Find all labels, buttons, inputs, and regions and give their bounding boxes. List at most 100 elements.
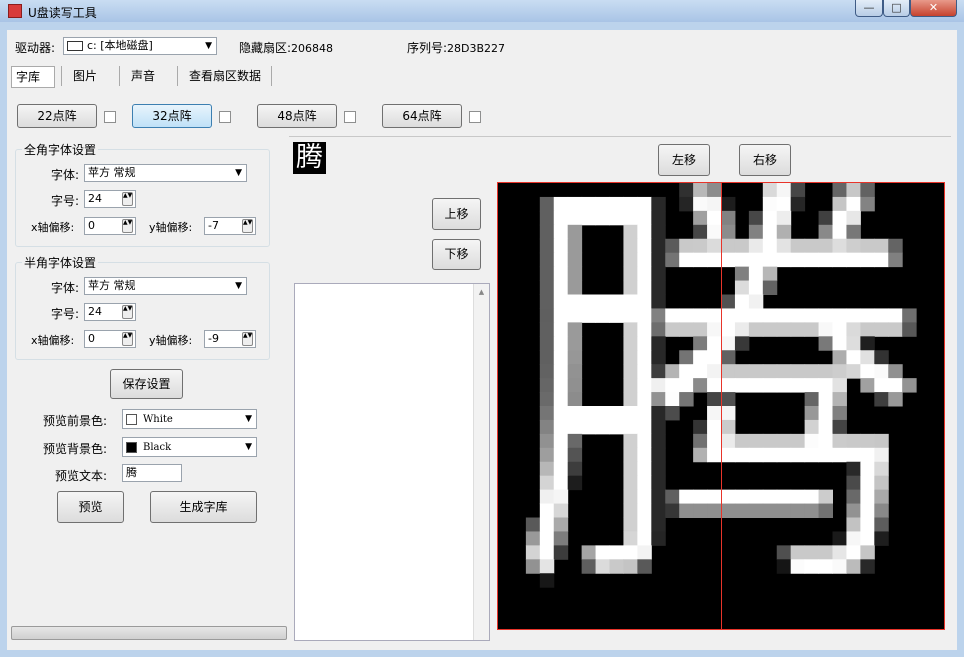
move-up-button[interactable]: 上移: [432, 198, 481, 230]
glyph-pixel: [846, 224, 861, 240]
glyph-pixel: [553, 461, 569, 477]
title-bar[interactable]: U盘读写工具 — □ ✕: [0, 0, 964, 22]
tab-sound[interactable]: 声音: [131, 64, 155, 88]
tab-sector-data[interactable]: 查看扇区数据: [189, 64, 261, 88]
matrix-22-button[interactable]: 22点阵: [17, 104, 97, 128]
minimize-button[interactable]: —: [855, 0, 883, 17]
vertical-scrollbar[interactable]: ▲: [473, 284, 489, 640]
fullwidth-size-spinner[interactable]: 24 ▲▼: [84, 190, 136, 208]
glyph-pixel: [790, 378, 806, 393]
glyph-pixel: [790, 196, 806, 212]
glyph-pixel: [679, 308, 694, 323]
glyph-pixel: [525, 559, 541, 574]
glyph-pixel: [609, 406, 624, 421]
glyph-pixel: [776, 559, 792, 574]
glyph-pixel: [623, 461, 638, 477]
matrix-64-checkbox[interactable]: [469, 111, 481, 123]
fullwidth-font-select[interactable]: 苹方 常规 ▼: [84, 164, 247, 182]
glyph-pixel: [707, 308, 722, 323]
glyph-pixel: [721, 447, 736, 463]
bg-color-select[interactable]: Black ▼: [122, 437, 257, 457]
tab-image[interactable]: 图片: [73, 64, 97, 88]
glyph-pixel: [846, 364, 861, 379]
glyph-pixel: [776, 433, 792, 449]
glyph-pixel: [581, 294, 597, 309]
halfwidth-xoff-value: 0: [88, 332, 95, 345]
glyph-pixel: [693, 238, 708, 254]
matrix-48-button[interactable]: 48点阵: [257, 104, 337, 128]
glyph-pixel: [832, 322, 847, 337]
halfwidth-yoff-spinner[interactable]: -9 ▲▼: [204, 330, 256, 348]
generate-library-button[interactable]: 生成字库: [150, 491, 257, 523]
fg-color-select[interactable]: White ▼: [122, 409, 257, 429]
matrix-32-checkbox[interactable]: [219, 111, 231, 123]
hex-output-textarea[interactable]: ▲: [294, 283, 490, 641]
glyph-pixel: [665, 378, 680, 393]
glyph-pixel: [623, 475, 638, 491]
glyph-pixel: [665, 392, 680, 407]
matrix-22-checkbox[interactable]: [104, 111, 116, 123]
glyph-pixel: [860, 503, 875, 518]
glyph-pixel: [776, 308, 792, 323]
save-settings-button[interactable]: 保存设置: [110, 369, 183, 399]
matrix-32-button[interactable]: 32点阵: [132, 104, 212, 128]
fullwidth-xoff-spinner[interactable]: 0 ▲▼: [84, 217, 136, 235]
glyph-pixel: [623, 531, 638, 546]
client-area: 驱动器: c: [本地磁盘] ▼ 隐藏扇区:206848 序列号:28D3B22…: [7, 30, 957, 650]
spinner-arrows-icon[interactable]: ▲▼: [122, 219, 133, 233]
glyph-pixel: [651, 224, 666, 240]
glyph-pixel: [609, 196, 624, 212]
glyph-pixel: [762, 252, 778, 268]
fg-color-label: 预览前景色:: [43, 414, 108, 428]
glyph-pixel: [553, 475, 569, 491]
spinner-arrows-icon[interactable]: ▲▼: [122, 305, 133, 319]
glyph-pixel-canvas[interactable]: [497, 182, 945, 630]
move-right-button[interactable]: 右移: [739, 144, 791, 176]
glyph-pixel: [623, 350, 638, 365]
glyph-pixel: [539, 336, 555, 351]
glyph-pixel: [846, 461, 861, 477]
halfwidth-font-select[interactable]: 苹方 常规 ▼: [84, 277, 247, 295]
glyph-pixel: [762, 503, 778, 518]
spinner-arrows-icon[interactable]: ▲▼: [122, 192, 133, 206]
spinner-arrows-icon[interactable]: ▲▼: [242, 332, 253, 346]
drive-select[interactable]: c: [本地磁盘] ▼: [63, 37, 217, 55]
fullwidth-yoff-spinner[interactable]: -7 ▲▼: [204, 217, 256, 235]
glyph-pixel: [637, 461, 652, 477]
maximize-button[interactable]: □: [883, 0, 910, 17]
glyph-pixel: [874, 350, 889, 365]
move-left-button[interactable]: 左移: [658, 144, 710, 176]
glyph-pixel: [553, 280, 569, 295]
glyph-pixel: [679, 238, 694, 254]
halfwidth-xoff-spinner[interactable]: 0 ▲▼: [84, 330, 136, 348]
halfwidth-size-spinner[interactable]: 24 ▲▼: [84, 303, 136, 321]
matrix-64-button[interactable]: 64点阵: [382, 104, 462, 128]
glyph-pixel: [734, 294, 750, 309]
scroll-up-arrow-icon[interactable]: ▲: [474, 288, 489, 296]
glyph-pixel: [860, 336, 875, 351]
glyph-pixel: [776, 224, 792, 240]
spinner-arrows-icon[interactable]: ▲▼: [122, 332, 133, 346]
glyph-pixel: [860, 447, 875, 463]
glyph-pixel: [846, 210, 861, 226]
chevron-down-icon: ▼: [235, 168, 242, 178]
preview-button[interactable]: 预览: [57, 491, 124, 523]
matrix-48-checkbox[interactable]: [344, 111, 356, 123]
glyph-pixel: [748, 252, 764, 268]
glyph-pixel: [860, 238, 875, 254]
serial-value: 28D3B227: [447, 42, 506, 55]
glyph-pixel: [846, 336, 861, 351]
spinner-arrows-icon[interactable]: ▲▼: [242, 219, 253, 233]
glyph-pixel: [734, 378, 750, 393]
glyph-pixel: [734, 433, 750, 449]
glyph-pixel: [693, 364, 708, 379]
tab-font-library[interactable]: 字库: [11, 66, 55, 88]
move-down-button[interactable]: 下移: [432, 239, 481, 270]
glyph-pixel: [637, 252, 652, 268]
glyph-pixel: [804, 419, 820, 435]
halfwidth-yoff-label: y轴偏移:: [149, 334, 193, 347]
close-button[interactable]: ✕: [910, 0, 957, 17]
glyph-pixel: [776, 322, 792, 337]
preview-text-input[interactable]: 腾: [122, 464, 182, 482]
glyph-pixel: [707, 447, 722, 463]
